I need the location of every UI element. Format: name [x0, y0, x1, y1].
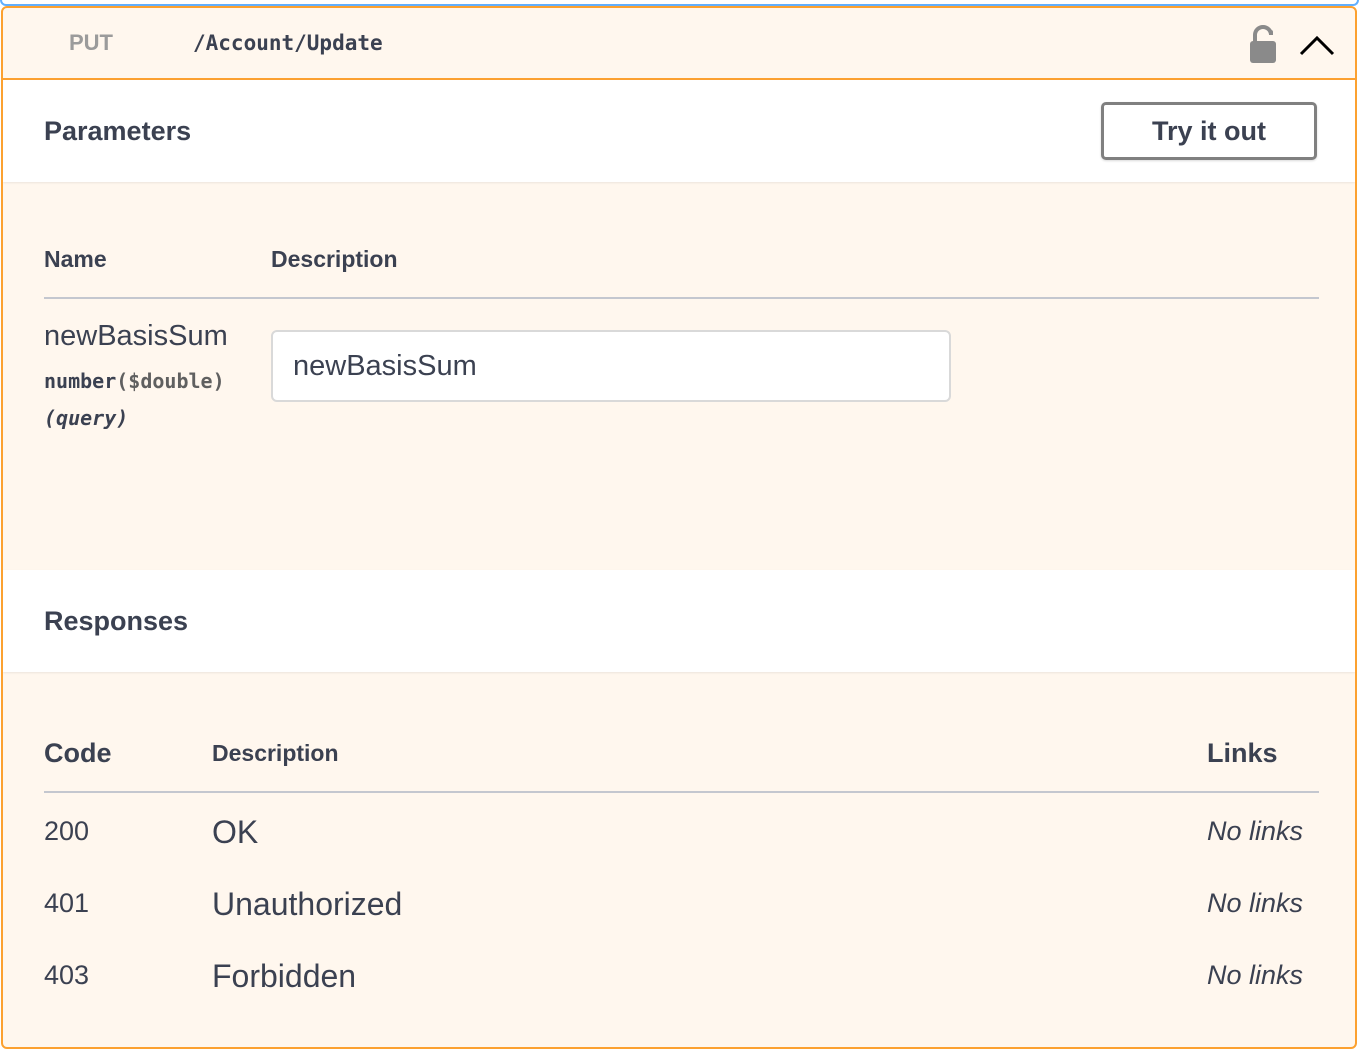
parameters-header: Parameters Try it out	[3, 80, 1355, 182]
opblock-put-account-update: PUT /Account/Update Parameters Try it ou…	[1, 6, 1357, 1049]
chevron-up-icon[interactable]	[1297, 26, 1337, 62]
response-description: Unauthorized	[212, 886, 403, 922]
param-location: (query)	[44, 406, 129, 430]
resp-col-code: Code	[44, 738, 112, 768]
try-it-out-button[interactable]: Try it out	[1101, 102, 1317, 160]
responses-header: Responses	[3, 570, 1355, 672]
param-name: newBasisSum	[44, 320, 228, 352]
parameters-title: Parameters	[44, 116, 192, 146]
lock-icon[interactable]	[1247, 24, 1279, 64]
opblock-summary[interactable]: PUT /Account/Update	[3, 8, 1355, 80]
response-description: OK	[212, 814, 259, 850]
param-format: ($double)	[116, 369, 225, 393]
param-col-name: Name	[44, 246, 107, 272]
response-code: 200	[44, 816, 90, 846]
resp-header-divider	[44, 791, 1319, 793]
operation-path: /Account/Update	[193, 31, 383, 55]
resp-col-links: Links	[1207, 738, 1278, 768]
response-code: 401	[44, 888, 90, 918]
param-input-newBasisSum[interactable]	[271, 330, 951, 402]
response-links: No links	[1207, 960, 1304, 990]
resp-col-description: Description	[212, 740, 339, 766]
response-description: Forbidden	[212, 958, 357, 994]
method-label: PUT	[69, 30, 113, 55]
param-type-name: number	[44, 369, 117, 393]
param-header-divider	[44, 297, 1319, 299]
param-type: number($double)	[44, 369, 225, 393]
response-code: 403	[44, 960, 90, 990]
param-col-description: Description	[271, 246, 398, 272]
response-links: No links	[1207, 816, 1304, 846]
response-links: No links	[1207, 888, 1304, 918]
responses-title: Responses	[44, 606, 189, 636]
